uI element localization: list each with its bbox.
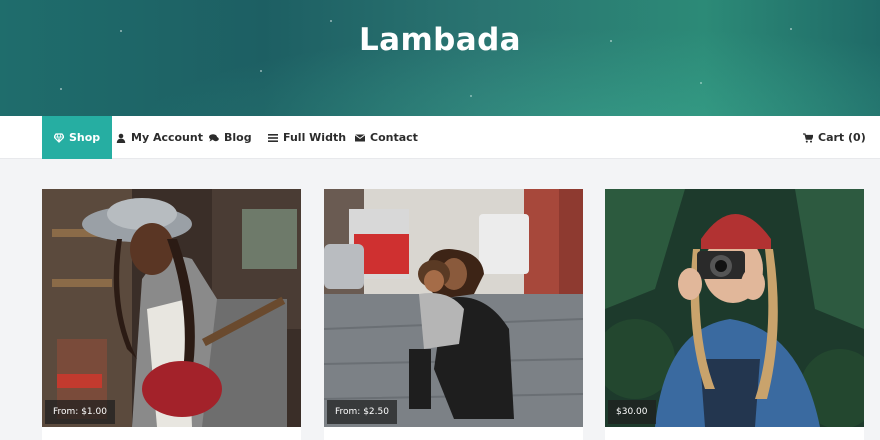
nav-shop-label: Shop [69,131,101,144]
envelope-icon [355,133,365,143]
nav-contact-label: Contact [370,131,418,144]
nav-full-width-label: Full Width [283,131,347,144]
nav-shop[interactable]: Shop [42,116,113,159]
nav-contact[interactable]: Contact [355,116,418,159]
main-navigation: Shop My Account Blog Full Width Contact … [0,116,880,159]
product-card-footer [324,427,583,440]
product-card-footer [605,427,864,440]
nav-full-width[interactable]: Full Width [268,116,346,159]
cart-icon [803,132,813,143]
product-card[interactable]: $30.00 [605,189,864,427]
diamond-icon [54,132,64,143]
nav-blog-label: Blog [224,131,252,144]
site-header: Lambada [0,0,880,116]
cart-link[interactable]: Cart (0) [803,116,866,159]
nav-blog[interactable]: Blog [209,116,252,159]
user-icon [116,133,126,143]
bars-icon [268,133,278,143]
cart-label: Cart (0) [818,131,866,144]
product-price: From: $2.50 [327,400,397,424]
product-image-street[interactable] [324,189,583,427]
nav-my-account[interactable]: My Account [116,116,203,159]
product-price: $30.00 [608,400,656,424]
nav-my-account-label: My Account [131,131,203,144]
product-card[interactable]: From: $1.00 [42,189,301,427]
product-card[interactable]: From: $2.50 [324,189,583,427]
product-price: From: $1.00 [45,400,115,424]
site-title[interactable]: Lambada [0,22,880,58]
comments-icon [209,133,219,143]
product-image-camera[interactable] [605,189,864,427]
product-card-footer [42,427,301,440]
product-image-guitar[interactable] [42,189,301,427]
